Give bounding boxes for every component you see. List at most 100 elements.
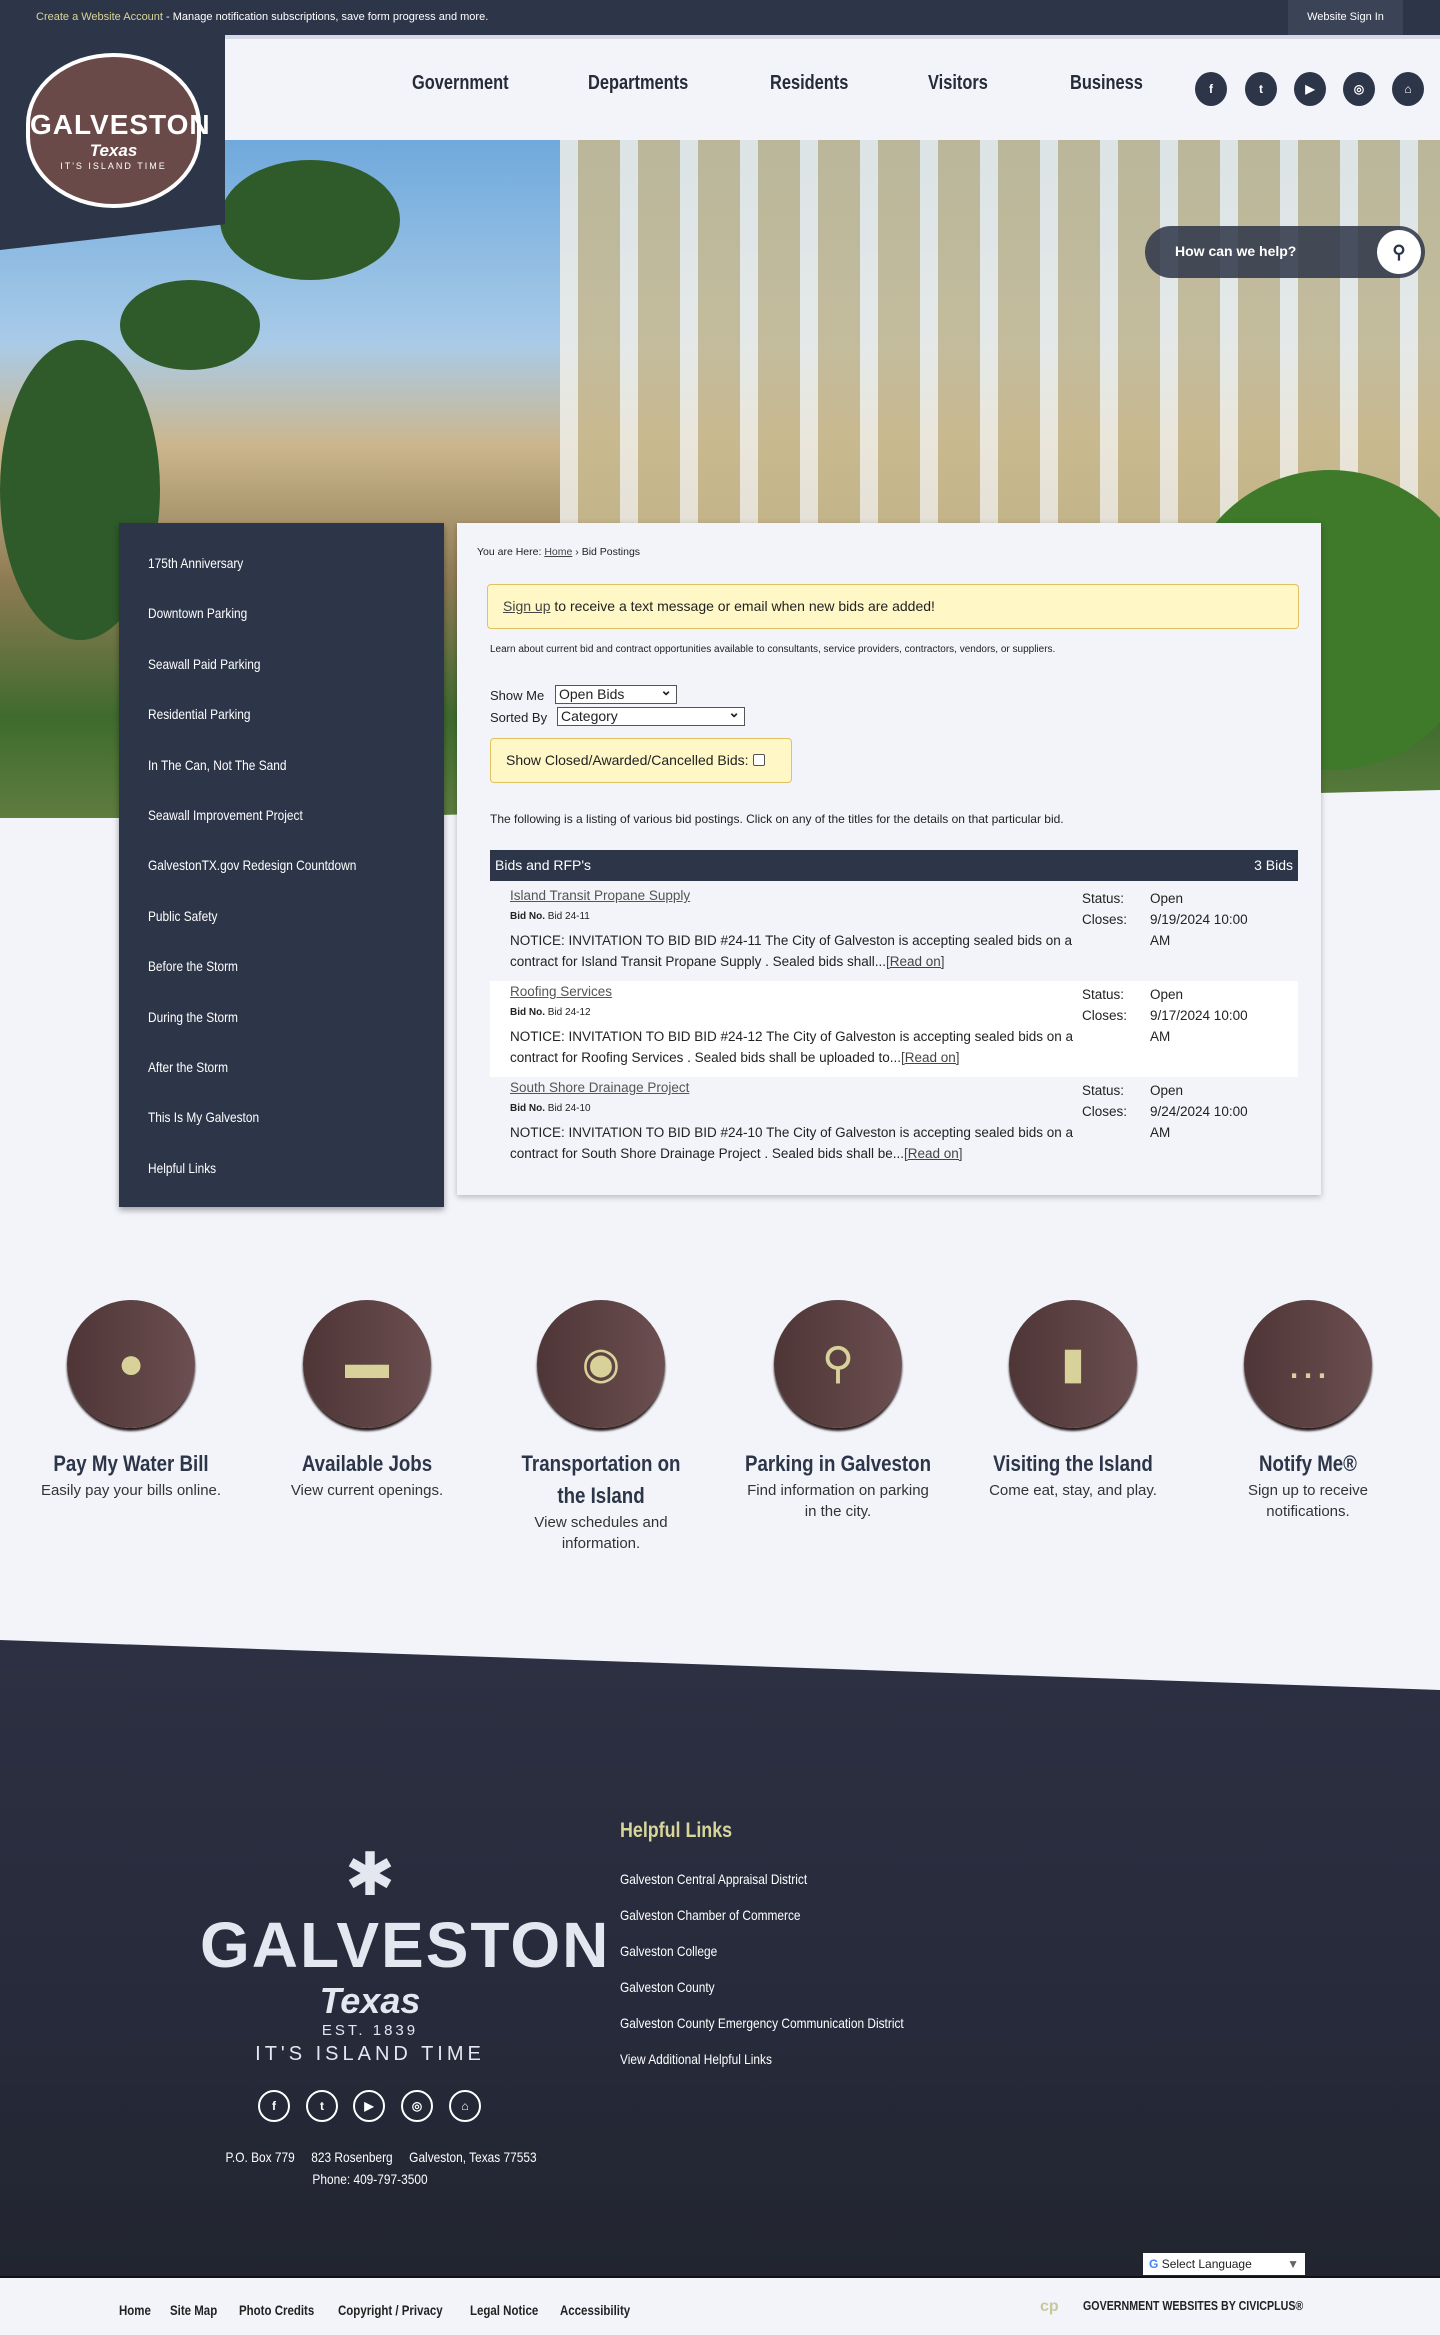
- nav-business[interactable]: Business: [1070, 72, 1143, 95]
- website-sign-in-button[interactable]: Website Sign In: [1288, 0, 1403, 35]
- read-on-link[interactable]: [Read on]: [904, 1146, 963, 1161]
- quick-link[interactable]: ▬ Available Jobs View current openings.: [257, 1300, 477, 1501]
- sidebar-item[interactable]: In The Can, Not The Sand: [148, 757, 286, 773]
- footer-instagram-icon[interactable]: ◎: [401, 2090, 433, 2122]
- closes-label: Closes:: [1082, 1008, 1128, 1023]
- bid-title-link[interactable]: South Shore Drainage Project: [510, 1080, 689, 1095]
- quick-link-title[interactable]: Notify Me®: [1215, 1448, 1402, 1480]
- bottom-link[interactable]: Site Map: [170, 2302, 217, 2318]
- quick-link[interactable]: … Notify Me® Sign up to receive notificati…: [1198, 1300, 1418, 1522]
- quick-link[interactable]: ⚲ Parking in Galveston Find information on…: [728, 1300, 948, 1522]
- palm-tree: [120, 280, 260, 370]
- footer-galveston-logo: ✱ GALVESTON Texas EST. 1839 IT'S ISLAND …: [200, 1841, 611, 2065]
- status-label: Status:: [1082, 1083, 1125, 1098]
- facebook-icon[interactable]: f: [1195, 72, 1227, 106]
- quick-link-title[interactable]: Transportation on the Island: [508, 1448, 695, 1512]
- bottom-link[interactable]: Accessibility: [560, 2302, 630, 2318]
- sidebar-item[interactable]: Downtown Parking: [148, 605, 247, 621]
- nav-departments[interactable]: Departments: [588, 72, 688, 95]
- footer-helpful-link[interactable]: Galveston Chamber of Commerce: [620, 1907, 801, 1923]
- bottom-link[interactable]: Legal Notice: [470, 2302, 538, 2318]
- footer-address: P.O. Box 779 823 Rosenberg Galveston, Te…: [225, 2149, 537, 2165]
- quick-link-title[interactable]: Visiting the Island: [980, 1448, 1167, 1480]
- create-account-link[interactable]: Create a Website Account: [36, 11, 163, 23]
- instagram-icon[interactable]: ◎: [1343, 72, 1375, 106]
- bid-number: Bid No. Bid 24-12: [510, 1007, 591, 1018]
- sidebar-item[interactable]: Before the Storm: [148, 958, 238, 974]
- chat-icon[interactable]: …: [1244, 1300, 1372, 1428]
- footer-facebook-icon[interactable]: f: [258, 2090, 290, 2122]
- map-pin-icon[interactable]: ⚲: [774, 1300, 902, 1428]
- sidebar-item[interactable]: Public Safety: [148, 908, 217, 924]
- bid-postings-content: You are Here: Home › Bid Postings Sign u…: [457, 523, 1321, 1195]
- bid-row: South Shore Drainage Project Bid No. Bid …: [490, 1077, 1298, 1173]
- search-icon[interactable]: ⚲: [1377, 230, 1421, 274]
- footer-helpful-link[interactable]: Galveston Central Appraisal District: [620, 1871, 807, 1887]
- bid-title-link[interactable]: Roofing Services: [510, 984, 612, 999]
- account-message: - Manage notification subscriptions, sav…: [162, 11, 489, 23]
- main-nav: Government Departments Residents Visitor…: [225, 35, 1440, 140]
- show-me-select[interactable]: Open Bids: [555, 682, 677, 704]
- civicplus-link[interactable]: GOVERNMENT WEBSITES BY CIVICPLUS®: [1083, 2298, 1303, 2313]
- status-label: Status:: [1082, 987, 1125, 1002]
- sorted-by-select[interactable]: Category: [557, 704, 745, 726]
- sidebar-item[interactable]: GalvestonTX.gov Redesign Countdown: [148, 857, 356, 873]
- sidebar-item[interactable]: After the Storm: [148, 1059, 228, 1075]
- galveston-logo[interactable]: GALVESTON Texas IT'S ISLAND TIME: [26, 53, 210, 208]
- footer-youtube-icon[interactable]: ▶: [353, 2090, 385, 2122]
- sidebar: 175th Anniversary Downtown Parking Seawall…: [119, 523, 444, 1207]
- show-closed-checkbox[interactable]: [752, 754, 765, 766]
- show-closed-box: Show Closed/Awarded/Cancelled Bids:: [490, 738, 792, 783]
- quick-link[interactable]: ● Pay My Water Bill Easily pay your bills …: [21, 1300, 241, 1501]
- briefcase-icon[interactable]: ▬: [303, 1300, 431, 1428]
- nav-residents[interactable]: Residents: [770, 72, 848, 95]
- footer-twitter-icon[interactable]: t: [306, 2090, 338, 2122]
- youtube-icon[interactable]: ▶: [1294, 72, 1326, 106]
- quick-link-title[interactable]: Parking in Galveston: [745, 1448, 932, 1480]
- twitter-icon[interactable]: t: [1245, 72, 1277, 106]
- luggage-icon[interactable]: ▮: [1009, 1300, 1137, 1428]
- bottom-link[interactable]: Home: [119, 2302, 151, 2318]
- read-on-link[interactable]: [Read on]: [901, 1050, 960, 1065]
- bid-title-link[interactable]: Island Transit Propane Supply: [510, 888, 690, 903]
- sidebar-item[interactable]: During the Storm: [148, 1009, 238, 1025]
- quick-link[interactable]: ◉ Transportation on the Island View schedu…: [491, 1300, 711, 1554]
- footer-home-icon[interactable]: ⌂: [449, 2090, 481, 2122]
- home-icon[interactable]: ⌂: [1392, 72, 1424, 106]
- search-input[interactable]: How can we help?: [1175, 243, 1296, 259]
- intro-text: Learn about current bid and contract opp…: [490, 644, 1056, 655]
- quick-link-title[interactable]: Available Jobs: [274, 1448, 461, 1480]
- select-language-dropdown[interactable]: G Select Language ▼: [1143, 2253, 1305, 2275]
- sidebar-item[interactable]: This Is My Galveston: [148, 1109, 259, 1125]
- breadcrumb-home-link[interactable]: Home: [544, 546, 572, 558]
- footer-helpful-link[interactable]: Galveston College: [620, 1943, 717, 1959]
- status-value: Open: [1150, 891, 1184, 906]
- water-drop-icon[interactable]: ●: [67, 1300, 195, 1428]
- footer-helpful-link[interactable]: Galveston County Emergency Communication…: [620, 2015, 904, 2031]
- footer-helpful-link[interactable]: Galveston County: [620, 1979, 715, 1995]
- quick-link[interactable]: ▮ Visiting the Island Come eat, stay, and …: [963, 1300, 1183, 1501]
- closes-value: 9/24/2024 10:00 AM: [1150, 1104, 1248, 1140]
- search-box[interactable]: How can we help? ⚲: [1145, 226, 1425, 278]
- bid-description: NOTICE: INVITATION TO BID BID #24-11 The…: [510, 933, 1072, 969]
- sidebar-item[interactable]: Helpful Links: [148, 1160, 216, 1176]
- show-me-label: Show Me: [490, 688, 545, 703]
- palm-tree: [220, 160, 400, 280]
- quick-link-description: View current openings.: [290, 1482, 444, 1499]
- quick-link-title[interactable]: Pay My Water Bill: [38, 1448, 225, 1480]
- bid-count: 3 Bids: [1254, 857, 1293, 873]
- bottom-link[interactable]: Photo Credits: [239, 2302, 314, 2318]
- footer-phone: Phone: 409-797-3500: [312, 2171, 428, 2187]
- sign-up-link[interactable]: Sign up: [503, 598, 550, 614]
- sidebar-item[interactable]: Seawall Paid Parking: [148, 656, 260, 672]
- nav-visitors[interactable]: Visitors: [928, 72, 988, 95]
- bid-row: Island Transit Propane Supply Bid No. Bid…: [490, 885, 1298, 981]
- sidebar-item[interactable]: 175th Anniversary: [148, 555, 243, 571]
- bottom-link[interactable]: Copyright / Privacy: [338, 2302, 443, 2318]
- footer-helpful-link[interactable]: View Additional Helpful Links: [620, 2051, 772, 2067]
- nav-government[interactable]: Government: [412, 72, 509, 95]
- car-pin-icon[interactable]: ◉: [537, 1300, 665, 1428]
- sidebar-item[interactable]: Seawall Improvement Project: [148, 807, 303, 823]
- read-on-link[interactable]: [Read on]: [886, 954, 945, 969]
- sidebar-item[interactable]: Residential Parking: [148, 706, 251, 722]
